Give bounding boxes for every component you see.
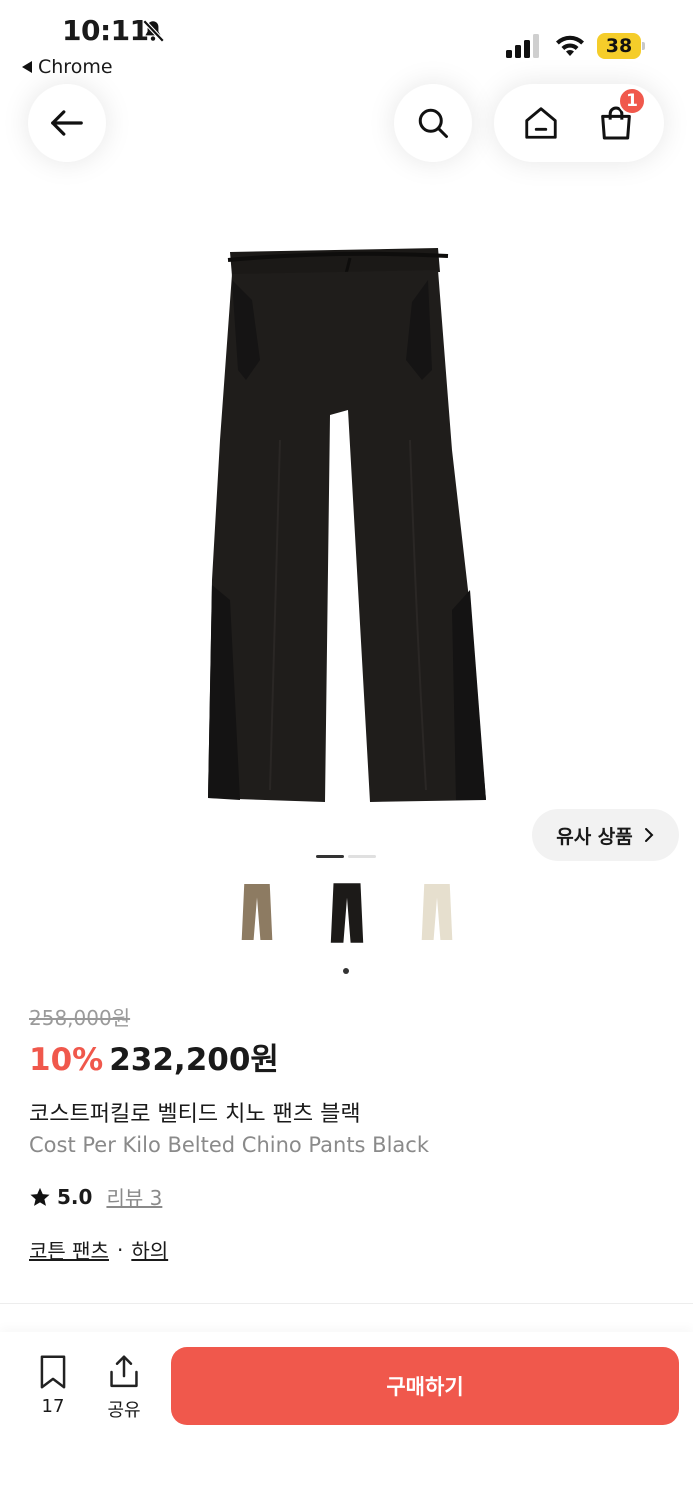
price-row: 10% 232,200원 — [29, 1034, 279, 1079]
star-icon — [30, 1187, 50, 1206]
search-button[interactable] — [394, 84, 472, 162]
battery-indicator: 38 — [597, 33, 645, 59]
home-cart-group: 1 — [494, 84, 664, 162]
category-breadcrumb: 코튼 팬츠 · 하의 — [29, 1235, 168, 1264]
back-to-app-link[interactable]: Chrome — [22, 56, 113, 78]
share-icon — [110, 1355, 138, 1388]
cart-count-badge: 1 — [618, 87, 646, 115]
product-title-english: Cost Per Kilo Belted Chino Pants Black — [29, 1133, 429, 1157]
rating-score: 5.0 — [57, 1184, 93, 1209]
product-image[interactable] — [190, 240, 500, 810]
bookmark-count: 17 — [41, 1396, 65, 1417]
clock: 10:11 — [62, 14, 149, 47]
product-title: 코스트퍼킬로 벨티드 치노 팬츠 블랙 — [29, 1102, 361, 1127]
wifi-icon — [556, 35, 584, 56]
buy-button[interactable]: 구매하기 — [171, 1347, 679, 1425]
color-option-black[interactable] — [317, 880, 377, 960]
sale-price: 232,200원 — [109, 1042, 279, 1078]
rating-row: 5.0 리뷰 3 — [29, 1182, 162, 1211]
category-separator: · — [116, 1237, 124, 1262]
bell-slash-icon — [142, 19, 165, 43]
image-pager — [316, 855, 376, 859]
pager-dot-active — [316, 855, 344, 858]
bookmark-button[interactable]: 17 — [30, 1354, 76, 1417]
share-button[interactable]: 공유 — [100, 1354, 148, 1422]
pager-dot — [348, 855, 376, 858]
back-app-label: Chrome — [38, 56, 113, 78]
color-options — [227, 880, 467, 976]
color-option-cream[interactable] — [407, 880, 467, 960]
similar-products-button[interactable]: 유사 상품 — [532, 809, 679, 861]
color-option-beige[interactable] — [227, 880, 287, 960]
discount-rate: 10% — [29, 1042, 104, 1078]
selected-color-dot — [343, 968, 349, 974]
category-link-cotton-pants[interactable]: 코튼 팬츠 — [29, 1235, 109, 1264]
share-label: 공유 — [107, 1400, 141, 1421]
cart-button[interactable]: 1 — [596, 87, 646, 143]
cellular-signal-icon — [506, 34, 539, 58]
search-icon — [418, 108, 448, 138]
arrow-left-icon — [51, 110, 83, 136]
thumb-pants-beige — [241, 883, 273, 941]
back-triangle-icon — [22, 61, 32, 73]
original-price: 258,000원 — [29, 1006, 131, 1030]
thumb-pants-cream — [421, 883, 453, 941]
back-button[interactable] — [28, 84, 106, 162]
bookmark-icon — [40, 1355, 66, 1389]
category-link-bottoms[interactable]: 하의 — [131, 1235, 168, 1264]
similar-products-label: 유사 상품 — [556, 825, 633, 848]
bottom-action-bar: 17 공유 구매하기 — [0, 1332, 693, 1500]
reviews-link[interactable]: 리뷰 3 — [106, 1182, 162, 1211]
home-icon[interactable] — [522, 104, 560, 142]
chevron-right-icon — [644, 828, 654, 842]
section-divider — [0, 1303, 693, 1304]
status-bar: 10:11 Chrome 38 — [0, 0, 693, 82]
thumb-pants-black — [330, 883, 364, 943]
battery-level: 38 — [597, 33, 641, 59]
